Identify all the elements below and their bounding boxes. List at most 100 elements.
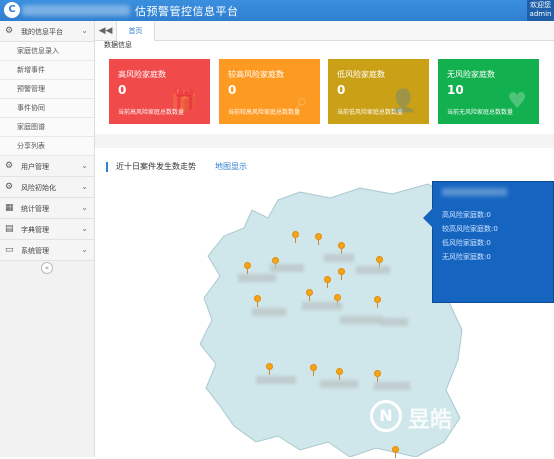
user-name: admin — [529, 10, 552, 18]
tooltip-line-low-risk: 低风险家庭数:0 — [442, 239, 491, 247]
map-region-label — [340, 316, 382, 324]
map-marker[interactable] — [392, 446, 399, 458]
map-region-label — [324, 254, 354, 262]
watermark-text: 昱皓 — [408, 408, 453, 433]
app-title: 估预警管控信息平台 — [135, 5, 239, 18]
map-marker[interactable] — [292, 231, 299, 243]
card-value: 0 — [337, 83, 346, 97]
sidebar-group-my-platform[interactable]: ⚙ 我的信息平台 ⌄ — [0, 21, 94, 42]
tab-home[interactable]: 首页 — [117, 21, 155, 41]
card-no-risk[interactable]: 无风险家庭数 10 当前无风险家庭总数数量 ♥ — [438, 59, 539, 124]
map-marker[interactable] — [310, 364, 317, 376]
chart-title-accent — [106, 162, 108, 172]
map-region-label — [320, 380, 358, 388]
map-marker[interactable] — [315, 233, 322, 245]
chevron-down-icon: ⌄ — [81, 182, 88, 191]
card-value: 10 — [447, 83, 464, 97]
map-region-label — [238, 274, 276, 282]
map-region-label — [356, 266, 390, 274]
map-marker[interactable] — [334, 294, 341, 306]
card-label: 无风险家庭数 — [447, 70, 495, 79]
tooltip-line-no-risk: 无风险家庭数:0 — [442, 253, 491, 261]
sidebar-group-label: 字典管理 — [21, 226, 49, 234]
sidebar-group-statistics[interactable]: ▦ 统计管理 ⌄ — [0, 198, 94, 219]
sidebar-group-risk-init[interactable]: ⚙ 风险初始化 ⌄ — [0, 177, 94, 198]
chevron-down-icon: ⌄ — [81, 245, 88, 254]
card-value: 0 — [228, 83, 237, 97]
map-region-label — [256, 376, 296, 384]
gift-icon: 🎁 — [170, 89, 198, 114]
tooltip-arrow — [423, 208, 433, 228]
map-marker[interactable] — [266, 363, 273, 375]
watermark-logo-icon: N — [370, 400, 402, 432]
map-marker[interactable] — [336, 368, 343, 380]
card-desc: 当前较高风险家庭总数数量 — [228, 109, 301, 116]
tooltip-line-medium-high-risk: 较高风险家庭数:0 — [442, 225, 498, 233]
map-region-label — [302, 302, 342, 310]
chevron-down-icon: ⌄ — [81, 203, 88, 212]
gear-icon: ⚙ — [5, 161, 14, 171]
card-label: 高风险家庭数 — [118, 70, 166, 79]
map-marker[interactable] — [374, 370, 381, 382]
sidebar-group-label: 用户管理 — [21, 163, 49, 171]
card-desc: 当前无风险家庭总数数量 — [447, 109, 514, 116]
blurred-title-prefix — [22, 5, 130, 16]
gear-icon: ⚙ — [5, 182, 14, 192]
map-marker[interactable] — [338, 268, 345, 280]
map-marker[interactable] — [254, 295, 261, 307]
gear-icon: ⚙ — [5, 26, 14, 36]
map-region-label — [252, 308, 286, 316]
map-marker[interactable] — [272, 257, 279, 269]
section-title: 数据信息 — [104, 41, 132, 49]
user-icon: 👤 — [389, 89, 417, 114]
sidebar-item-family-entry[interactable]: 家庭信息录入 — [0, 42, 94, 61]
sidebar-group-label: 系统管理 — [21, 247, 49, 255]
sidebar-item-share-list[interactable]: 分享列表 — [0, 137, 94, 156]
heart-icon: ♥ — [507, 89, 527, 114]
sidebar-group-label: 统计管理 — [21, 205, 49, 213]
map-marker[interactable] — [244, 262, 251, 274]
map-marker[interactable] — [338, 242, 345, 254]
chevron-down-icon: ⌄ — [81, 26, 88, 35]
sidebar-group-label: 风险初始化 — [21, 184, 56, 192]
map-info-tooltip: 高风险家庭数:0 较高风险家庭数:0 低风险家庭数:0 无风险家庭数:0 — [423, 181, 554, 303]
tooltip-title-blurred — [442, 188, 507, 196]
map-marker[interactable] — [374, 296, 381, 308]
card-label: 低风险家庭数 — [337, 70, 385, 79]
sidebar: ⚙ 我的信息平台 ⌄ 家庭信息录入 新增事件 预警管理 事件协同 家庭图谱 分享… — [0, 21, 95, 457]
sidebar-group-system[interactable]: ▭ 系统管理 ⌄ — [0, 240, 94, 261]
sidebar-collapse-button[interactable]: « — [41, 262, 53, 274]
map-region-label — [270, 264, 304, 272]
map-marker[interactable] — [324, 276, 331, 288]
map-region-label — [380, 318, 408, 326]
logo-icon: C — [4, 2, 20, 18]
chart-title: 近十日案件发生数走势 — [116, 162, 196, 171]
sidebar-item-family-graph[interactable]: 家庭图谱 — [0, 118, 94, 137]
tab-bar: ◀◀ 首页 — [95, 21, 554, 41]
list-icon: ▤ — [5, 224, 14, 234]
user-greeting: 欢迎您 — [530, 1, 551, 9]
sidebar-group-dictionary[interactable]: ▤ 字典管理 ⌄ — [0, 219, 94, 240]
monitor-icon: ▭ — [5, 245, 14, 255]
card-low-risk[interactable]: 低风险家庭数 0 当前低风险家庭总数数量 👤 — [328, 59, 429, 124]
card-high-risk[interactable]: 高风险家庭数 0 当前高风险家庭总数数量 🎁 — [109, 59, 210, 124]
section-divider — [95, 134, 554, 148]
user-menu[interactable]: 欢迎您 admin — [527, 0, 554, 21]
map-marker[interactable] — [376, 256, 383, 268]
sidebar-item-alert-management[interactable]: 预警管理 — [0, 80, 94, 99]
search-icon: ⌕ — [295, 89, 308, 114]
sidebar-group-user-management[interactable]: ⚙ 用户管理 ⌄ — [0, 156, 94, 177]
card-value: 0 — [118, 83, 127, 97]
tooltip-line-high-risk: 高风险家庭数:0 — [442, 211, 491, 219]
sidebar-item-event-collab[interactable]: 事件协同 — [0, 99, 94, 118]
map-marker[interactable] — [306, 289, 313, 301]
top-header: C 估预警管控信息平台 欢迎您 admin — [0, 0, 554, 21]
card-medium-high-risk[interactable]: 较高风险家庭数 0 当前较高风险家庭总数数量 ⌕ — [219, 59, 320, 124]
map-display-link[interactable]: 地图显示 — [215, 161, 247, 172]
sidebar-item-new-event[interactable]: 新增事件 — [0, 61, 94, 80]
map-region-label — [374, 382, 410, 390]
chevron-down-icon: ⌄ — [81, 161, 88, 170]
tab-scroll-left-button[interactable]: ◀◀ — [95, 21, 117, 41]
card-label: 较高风险家庭数 — [228, 70, 284, 79]
chart-icon: ▦ — [5, 203, 14, 213]
